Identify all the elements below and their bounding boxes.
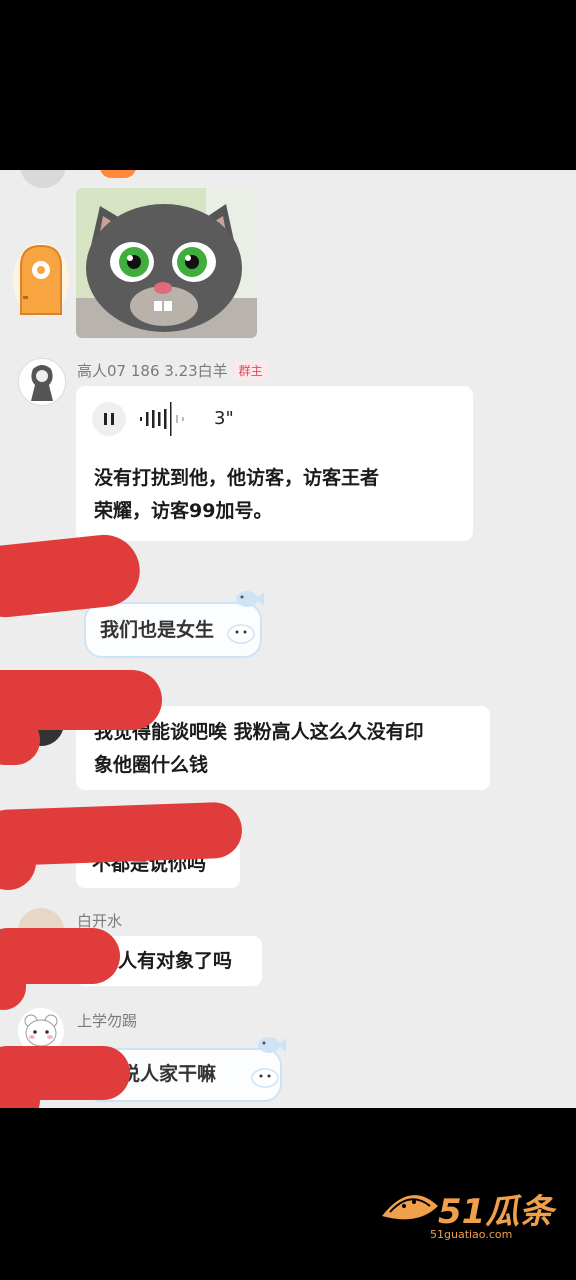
sender-name: 上学勿踢 [77, 1012, 138, 1030]
group-owner-badge: 群主 [233, 361, 268, 380]
sticker-style-bubble[interactable]: 我们也是女生 [84, 591, 264, 658]
door-avatar[interactable] [12, 240, 70, 318]
voice-transcript: 没有打扰到他，他访客，访客王者 荣耀，访客99加号。 [94, 467, 380, 522]
seal-decoration-icon [227, 624, 255, 644]
watermark-logo: 51瓜条 51guatiao.com [378, 1184, 558, 1244]
avatar-partial [20, 170, 66, 188]
bottom-black-area: 51瓜条 51guatiao.com [0, 1108, 576, 1280]
seal-decoration-icon [251, 1068, 279, 1088]
talking-cat-icon [76, 188, 257, 338]
waveform-icon [140, 402, 184, 436]
voice-player[interactable]: 3" [92, 402, 352, 436]
sketch-figure-icon [31, 365, 53, 401]
fish-decoration-icon [236, 591, 264, 607]
owner-avatar[interactable] [18, 358, 66, 406]
chat-area[interactable]: 高人07 186 3.23白羊 群主 3" 没有打扰到他，他访客，访客王者 荣耀… [0, 170, 576, 1108]
watermark-url: 51guatiao.com [430, 1228, 513, 1241]
watermark-logo-text: 51瓜条 [438, 1192, 554, 1232]
fish-decoration-icon [258, 1037, 286, 1053]
voice-duration: 3" [214, 408, 234, 429]
owner-sender-name: 高人07 186 3.23白羊 群主 [77, 360, 268, 381]
cat-sticker-image[interactable] [76, 188, 257, 338]
door-icon [13, 243, 69, 317]
pause-button[interactable] [92, 402, 126, 436]
watermelon-logo-icon [382, 1195, 438, 1220]
voice-text-bubble[interactable]: 3" 没有打扰到他，他访客，访客王者 荣耀，访客99加号。 [76, 386, 473, 541]
redaction-mark [0, 801, 243, 867]
orange-badge-partial [100, 170, 136, 178]
pause-icon [104, 413, 114, 425]
